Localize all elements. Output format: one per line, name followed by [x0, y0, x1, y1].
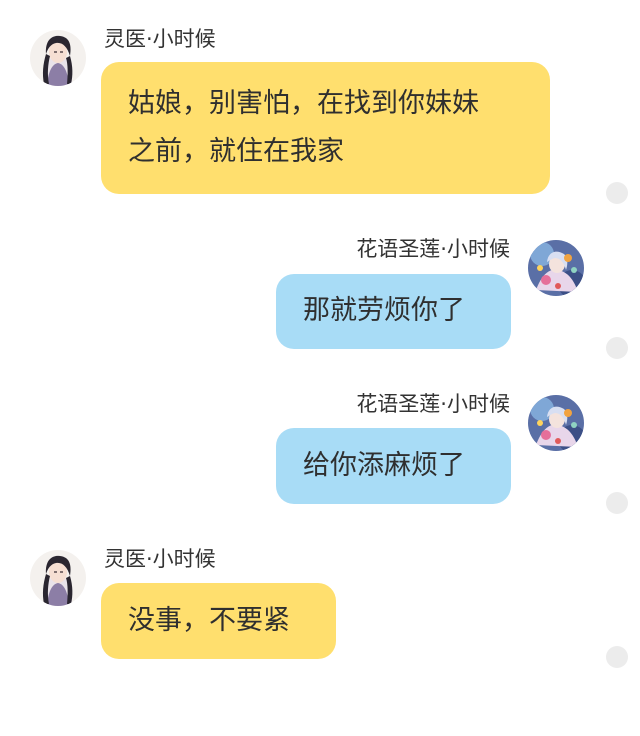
avatar-left[interactable]	[30, 30, 86, 86]
sender-name: 花语圣莲·小时候	[356, 237, 510, 261]
avatar-right[interactable]	[528, 240, 584, 296]
message-text-line: 那就劳烦你了	[303, 295, 465, 326]
sender-name: 灵医·小时候	[104, 27, 216, 51]
read-status-dot	[606, 337, 628, 359]
avatar-left[interactable]	[30, 550, 86, 606]
message-bubble[interactable]: 那就劳烦你了	[276, 274, 511, 349]
message-bubble[interactable]: 姑娘，别害怕，在找到你妹妹 之前，就住在我家	[101, 62, 550, 194]
sender-name: 灵医·小时候	[104, 547, 216, 571]
read-status-dot	[606, 492, 628, 514]
message-text-line: 姑娘，别害怕，在找到你妹妹	[128, 88, 479, 119]
message-text-line: 给你添麻烦了	[303, 450, 465, 481]
male-ink-portrait-avatar-icon	[30, 30, 86, 86]
read-status-dot	[606, 646, 628, 668]
avatar-right[interactable]	[528, 395, 584, 451]
message-text-line: 没事，不要紧	[128, 605, 290, 636]
read-status-dot	[606, 182, 628, 204]
message-bubble[interactable]: 没事，不要紧	[101, 583, 336, 659]
message-text-line: 之前，就住在我家	[128, 136, 344, 167]
floral-fairy-avatar-icon	[528, 395, 584, 451]
floral-fairy-avatar-icon	[528, 240, 584, 296]
male-ink-portrait-avatar-icon	[30, 550, 86, 606]
message-bubble[interactable]: 给你添麻烦了	[276, 428, 511, 504]
sender-name: 花语圣莲·小时候	[356, 392, 510, 416]
